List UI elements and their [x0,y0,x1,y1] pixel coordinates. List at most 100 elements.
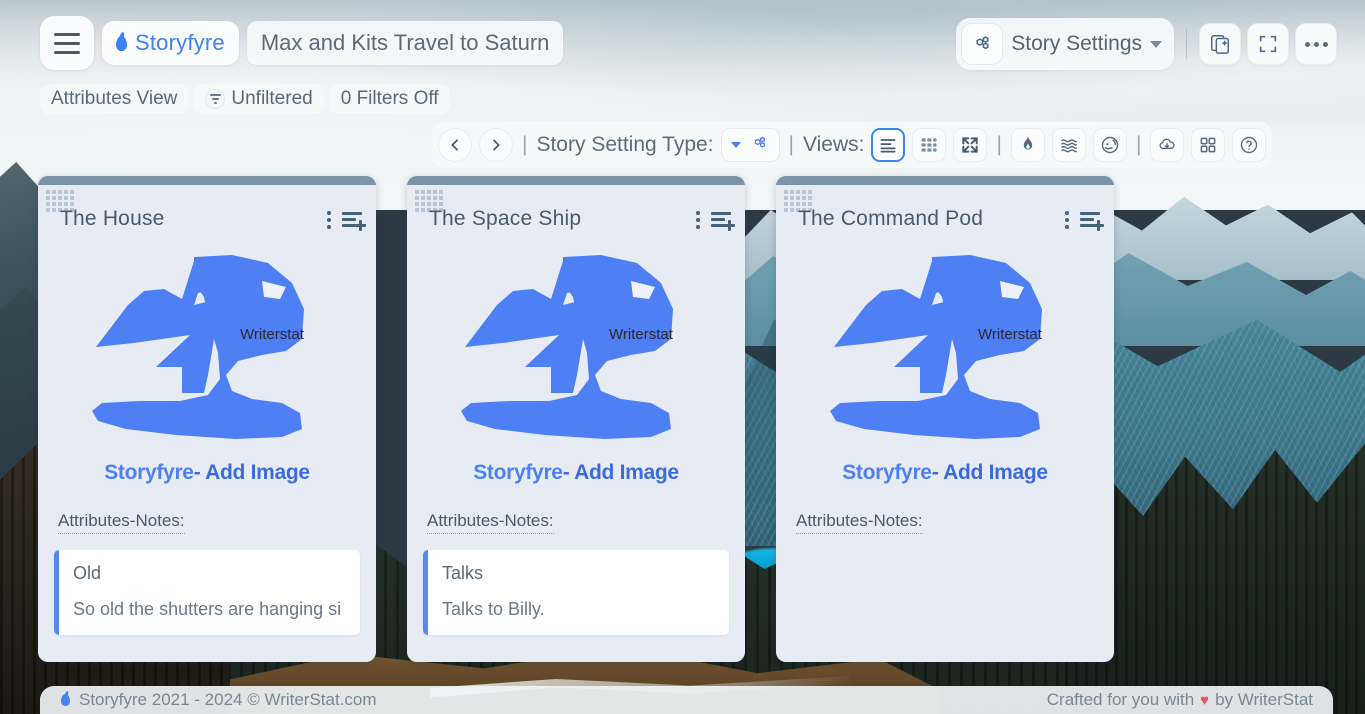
footer-left: Storyfyre 2021 - 2024 © WriterStat.com [60,690,377,710]
flame-icon [114,33,129,53]
view-flame-button[interactable] [1011,128,1045,162]
credit-text: by WriterStat [1215,690,1313,710]
view-cloud-download-button[interactable] [1150,128,1184,162]
note-body: Talks to Billy. [442,599,715,620]
top-bar-right: Story Settings [956,18,1337,70]
story-settings-button[interactable]: Story Settings [956,18,1174,70]
add-note-icon[interactable] [342,212,366,228]
card-top-stripe [38,176,376,185]
card-title: The Command Pod [798,207,983,231]
funnel-icon [205,89,225,109]
logo-caption-action: - Add Image [932,461,1048,484]
ellipsis-icon [1305,42,1328,47]
logo-watermark: Writerstat [978,326,1043,343]
note-title: Talks [442,563,715,584]
note-card[interactable]: Old So old the shutters are hanging si [54,550,360,635]
view-face-button[interactable] [1093,128,1127,162]
card-title: The House [60,207,165,231]
top-bar-left: Storyfyre Max and Kits Travel to Saturn [40,16,563,70]
logo-caption-brand: Storyfyre [842,461,932,484]
footer: Storyfyre 2021 - 2024 © WriterStat.com C… [40,686,1333,714]
view-grid4-button[interactable] [1191,128,1225,162]
copyright-text: Storyfyre 2021 - 2024 © WriterStat.com [79,690,377,710]
hexagon-cluster-icon [961,23,1003,65]
logo-watermark: Writerstat [609,326,674,343]
add-note-icon[interactable] [1080,212,1104,228]
hamburger-icon[interactable] [40,16,94,70]
card-title: The Space Ship [429,207,581,231]
separator: | [994,133,1003,157]
note-title: Old [73,563,346,584]
story-settings-label: Story Settings [1011,32,1142,56]
divider [1186,29,1187,59]
unfiltered-chip[interactable]: Unfiltered [194,84,323,114]
card-header-actions [696,211,735,229]
setting-card[interactable]: The Space Ship Writerstat Storyfyre- Add… [407,176,745,662]
next-button[interactable] [479,128,513,162]
view-collapse-button[interactable] [953,128,987,162]
logo-caption-action: - Add Image [194,461,310,484]
filters-off-chip[interactable]: 0 Filters Off [330,84,450,114]
hexagon-cluster-icon [750,133,770,158]
separator: | [1134,133,1143,157]
setting-card[interactable]: The Command Pod Writerstat Storyfyre- Ad… [776,176,1114,662]
logo-watermark: Writerstat [240,326,305,343]
card-header: The Command Pod [776,185,1114,237]
storyfyre-dragon-logo-icon: Writerstat [86,243,328,465]
attributes-view-chip[interactable]: Attributes View [40,84,188,114]
prev-button[interactable] [438,128,472,162]
card-image-placeholder[interactable]: Writerstat Storyfyre- Add Image [407,237,745,485]
duplicate-add-button[interactable] [1199,23,1241,65]
setting-card[interactable]: The House Writerstat Storyfyre- Add Imag… [38,176,376,662]
heart-icon: ♥ [1200,692,1209,709]
brand-label: Storyfyre [135,30,225,56]
view-help-button[interactable] [1232,128,1266,162]
more-options-button[interactable] [1295,23,1337,65]
view-waves-button[interactable] [1052,128,1086,162]
views-label: Views: [803,133,864,157]
logo-caption-brand: Storyfyre [104,461,194,484]
card-header-actions [327,211,366,229]
logo-caption: Storyfyre- Add Image [776,461,1114,485]
storyfyre-dragon-logo-icon: Writerstat [824,243,1066,465]
card-top-stripe [407,176,745,185]
card-menu-icon[interactable] [696,211,700,229]
card-menu-icon[interactable] [1065,211,1069,229]
card-menu-icon[interactable] [327,211,331,229]
footer-right: Crafted for you with ♥ by WriterStat [1047,690,1313,710]
chips-row: Attributes View Unfiltered 0 Filters Off [40,84,450,114]
attributes-notes-label: Attributes-Notes: [427,511,554,534]
attributes-notes-label: Attributes-Notes: [58,511,185,534]
card-image-placeholder[interactable]: Writerstat Storyfyre- Add Image [38,237,376,485]
filters-off-label: 0 Filters Off [341,88,439,110]
view-grid-button[interactable] [912,128,946,162]
card-header: The Space Ship [407,185,745,237]
story-title-input[interactable]: Max and Kits Travel to Saturn [247,21,564,65]
story-setting-type-select[interactable] [721,128,780,162]
logo-caption: Storyfyre- Add Image [407,461,745,485]
attributes-notes-label: Attributes-Notes: [796,511,923,534]
add-note-icon[interactable] [711,212,735,228]
story-setting-type-label: Story Setting Type: [536,133,713,157]
crafted-text: Crafted for you with [1047,690,1194,710]
attributes-view-label: Attributes View [51,88,177,110]
note-body: So old the shutters are hanging si [73,599,346,620]
view-toolbar: | Story Setting Type: | Views: [432,122,1272,168]
card-header-actions [1065,211,1104,229]
separator: | [520,133,529,157]
unfiltered-label: Unfiltered [231,88,312,110]
card-header: The House [38,185,376,237]
separator: | [787,133,796,157]
view-list-button[interactable] [871,128,905,162]
card-image-placeholder[interactable]: Writerstat Storyfyre- Add Image [776,237,1114,485]
brand-button[interactable]: Storyfyre [102,21,239,65]
storyfyre-dragon-logo-icon: Writerstat [455,243,697,465]
card-top-stripe [776,176,1114,185]
note-card[interactable]: Talks Talks to Billy. [423,550,729,635]
chevron-down-icon [1150,41,1162,48]
chevron-down-icon [731,142,741,148]
logo-caption: Storyfyre- Add Image [38,461,376,485]
fullscreen-button[interactable] [1247,23,1289,65]
logo-caption-action: - Add Image [563,461,679,484]
logo-caption-brand: Storyfyre [473,461,563,484]
